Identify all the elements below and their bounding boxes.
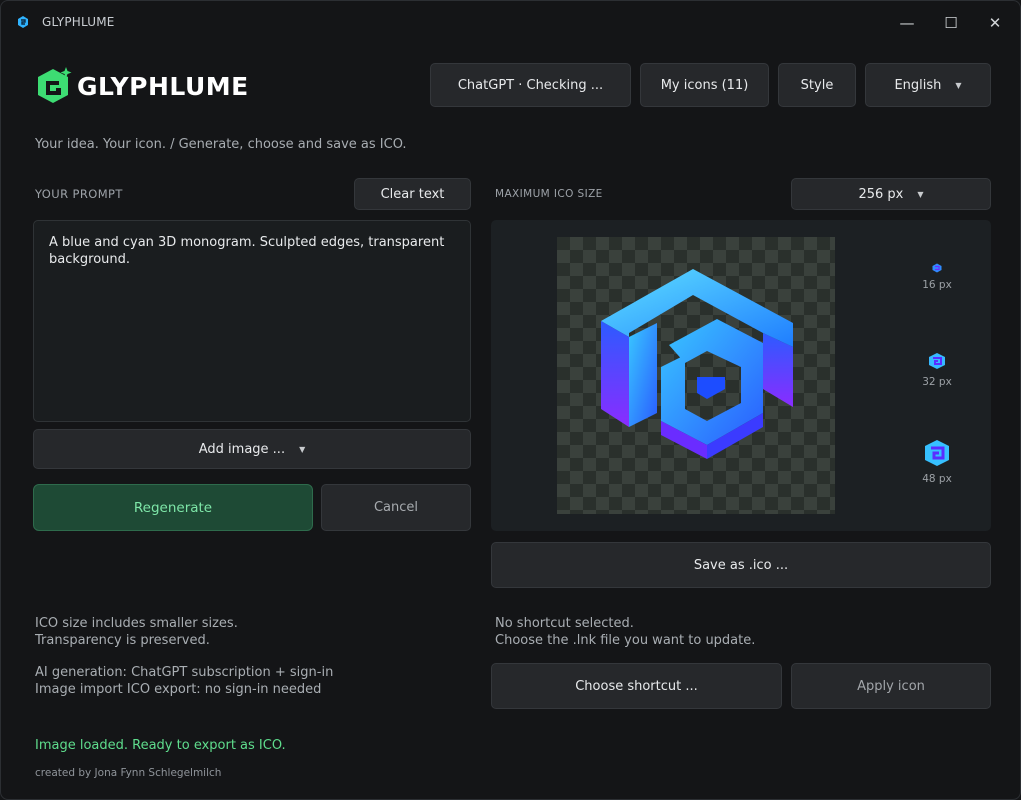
close-button[interactable]: ✕ [977, 9, 1013, 37]
close-icon: ✕ [988, 14, 1002, 32]
title-bar: GLYPHLUME — ☐ ✕ [1, 1, 1020, 43]
maximize-button[interactable]: ☐ [933, 9, 969, 37]
chevron-down-icon: ▼ [299, 444, 306, 454]
style-button[interactable]: Style [778, 63, 856, 107]
prompt-textarea[interactable]: A blue and cyan 3D monogram. Sculpted ed… [33, 220, 471, 422]
shortcut-status: No shortcut selected. Choose the .lnk fi… [495, 615, 755, 649]
language-dropdown[interactable]: English ▼ [865, 63, 991, 107]
ico-info-notes: ICO size includes smaller sizes. Transpa… [35, 615, 238, 649]
preview-16px: 16 px [919, 263, 955, 291]
max-size-dropdown[interactable]: 256 px ▼ [791, 178, 991, 210]
style-label: Style [800, 77, 834, 93]
window-title: GLYPHLUME [42, 15, 115, 29]
preview-16px-caption: 16 px [922, 279, 952, 291]
icon-preview-canvas [557, 237, 835, 514]
ico-size-note: ICO size includes smaller sizes. [35, 616, 238, 631]
brand-logo: GLYPHLUME [33, 63, 249, 109]
apply-icon-label: Apply icon [857, 678, 925, 694]
tagline: Your idea. Your icon. / Generate, choose… [35, 137, 407, 152]
app-icon [18, 16, 28, 28]
status-message: Image loaded. Ready to export as ICO. [35, 738, 286, 753]
my-icons-label: My icons (11) [660, 77, 749, 93]
preview-32px-caption: 32 px [922, 376, 952, 388]
app-window: GLYPHLUME — ☐ ✕ GLYPHLUME ChatGPT · Chec… [0, 0, 1021, 800]
apply-icon-button[interactable]: Apply icon [791, 663, 991, 709]
max-ico-size-label: MAXIMUM ICO SIZE [495, 188, 603, 200]
preview-48px-caption: 48 px [922, 473, 952, 485]
regenerate-button[interactable]: Regenerate [33, 484, 313, 531]
choose-shortcut-button[interactable]: Choose shortcut ... [491, 663, 782, 709]
shortcut-status-line1: No shortcut selected. [495, 616, 634, 631]
monogram-32-icon [929, 353, 945, 369]
save-ico-label: Save as .ico ... [693, 557, 789, 573]
monogram-preview-icon [601, 269, 793, 459]
add-image-label: Add image ... [198, 441, 286, 457]
brand-wordmark: GLYPHLUME [77, 71, 249, 101]
chevron-down-icon: ▼ [955, 80, 962, 90]
ai-generation-note: AI generation: ChatGPT subscription + si… [35, 665, 334, 680]
maximize-icon: ☐ [944, 14, 958, 32]
auth-info-notes: AI generation: ChatGPT subscription + si… [35, 664, 333, 698]
import-export-note: Image import ICO export: no sign-in need… [35, 682, 322, 697]
max-size-value: 256 px [858, 186, 904, 202]
regenerate-label: Regenerate [133, 499, 213, 516]
cancel-button[interactable]: Cancel [321, 484, 471, 531]
language-label: English [894, 77, 942, 93]
author-credit: created by Jona Fynn Schlegelmilch [35, 767, 222, 779]
minimize-button[interactable]: — [889, 9, 925, 37]
provider-status-button[interactable]: ChatGPT · Checking ... [430, 63, 631, 107]
clear-text-label: Clear text [380, 186, 445, 202]
clear-text-button[interactable]: Clear text [354, 178, 471, 210]
minimize-icon: — [899, 14, 915, 32]
shortcut-status-line2: Choose the .lnk file you want to update. [495, 633, 756, 648]
glyphlume-logo-icon [38, 67, 72, 103]
chevron-down-icon: ▼ [917, 189, 924, 199]
monogram-48-icon [925, 440, 949, 466]
save-ico-button[interactable]: Save as .ico ... [491, 542, 991, 588]
choose-shortcut-label: Choose shortcut ... [575, 678, 698, 694]
preview-48px: 48 px [919, 439, 955, 485]
my-icons-button[interactable]: My icons (11) [640, 63, 769, 107]
prompt-section-label: YOUR PROMPT [35, 187, 123, 201]
provider-status-label: ChatGPT · Checking ... [457, 77, 604, 93]
cancel-label: Cancel [373, 500, 419, 515]
preview-32px: 32 px [919, 352, 955, 388]
transparency-note: Transparency is preserved. [35, 633, 210, 648]
monogram-16-icon [932, 263, 942, 273]
add-image-dropdown[interactable]: Add image ... ▼ [33, 429, 471, 469]
